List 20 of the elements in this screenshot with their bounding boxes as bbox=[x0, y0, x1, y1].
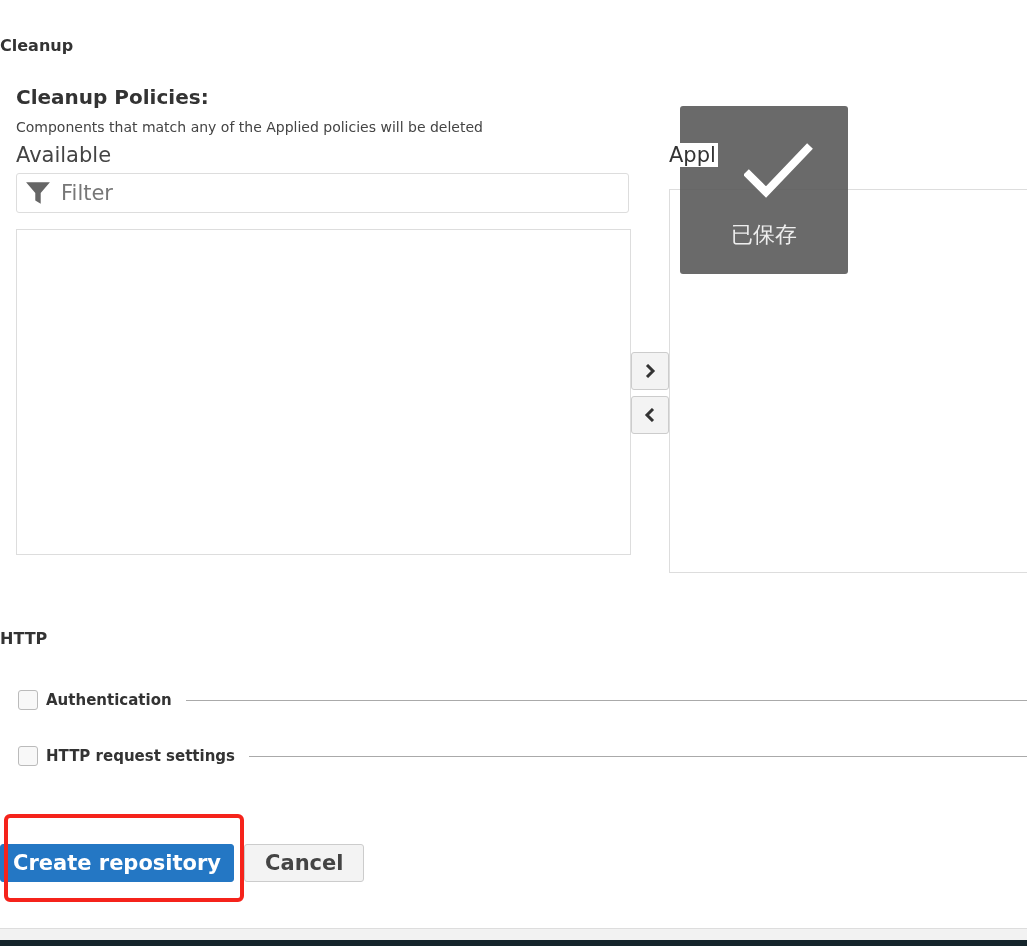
filter-icon bbox=[25, 180, 51, 206]
description-text: Components that match any of the Applied policies will be deleted bbox=[16, 119, 484, 135]
toast-message: 已保存 bbox=[731, 221, 797, 249]
move-right-button[interactable] bbox=[631, 352, 669, 390]
policies-heading: Cleanup Policies: bbox=[16, 85, 210, 109]
checkbox[interactable] bbox=[18, 746, 38, 766]
available-label: Available bbox=[16, 143, 113, 169]
filter-field[interactable]: Filter bbox=[16, 173, 629, 213]
option-label: HTTP request settings bbox=[46, 747, 235, 765]
chevron-right-icon bbox=[644, 364, 656, 378]
section-title: HTTP bbox=[0, 629, 49, 648]
applied-label: Appl bbox=[669, 143, 718, 167]
checkmark-icon bbox=[744, 142, 814, 200]
cancel-button[interactable]: Cancel bbox=[244, 844, 365, 882]
chevron-left-icon bbox=[644, 408, 656, 422]
move-left-button[interactable] bbox=[631, 396, 669, 434]
section-title: Cleanup bbox=[0, 35, 75, 55]
option-label: Authentication bbox=[46, 691, 172, 709]
checkbox[interactable] bbox=[18, 690, 38, 710]
create-button[interactable]: Create repository bbox=[0, 844, 235, 882]
